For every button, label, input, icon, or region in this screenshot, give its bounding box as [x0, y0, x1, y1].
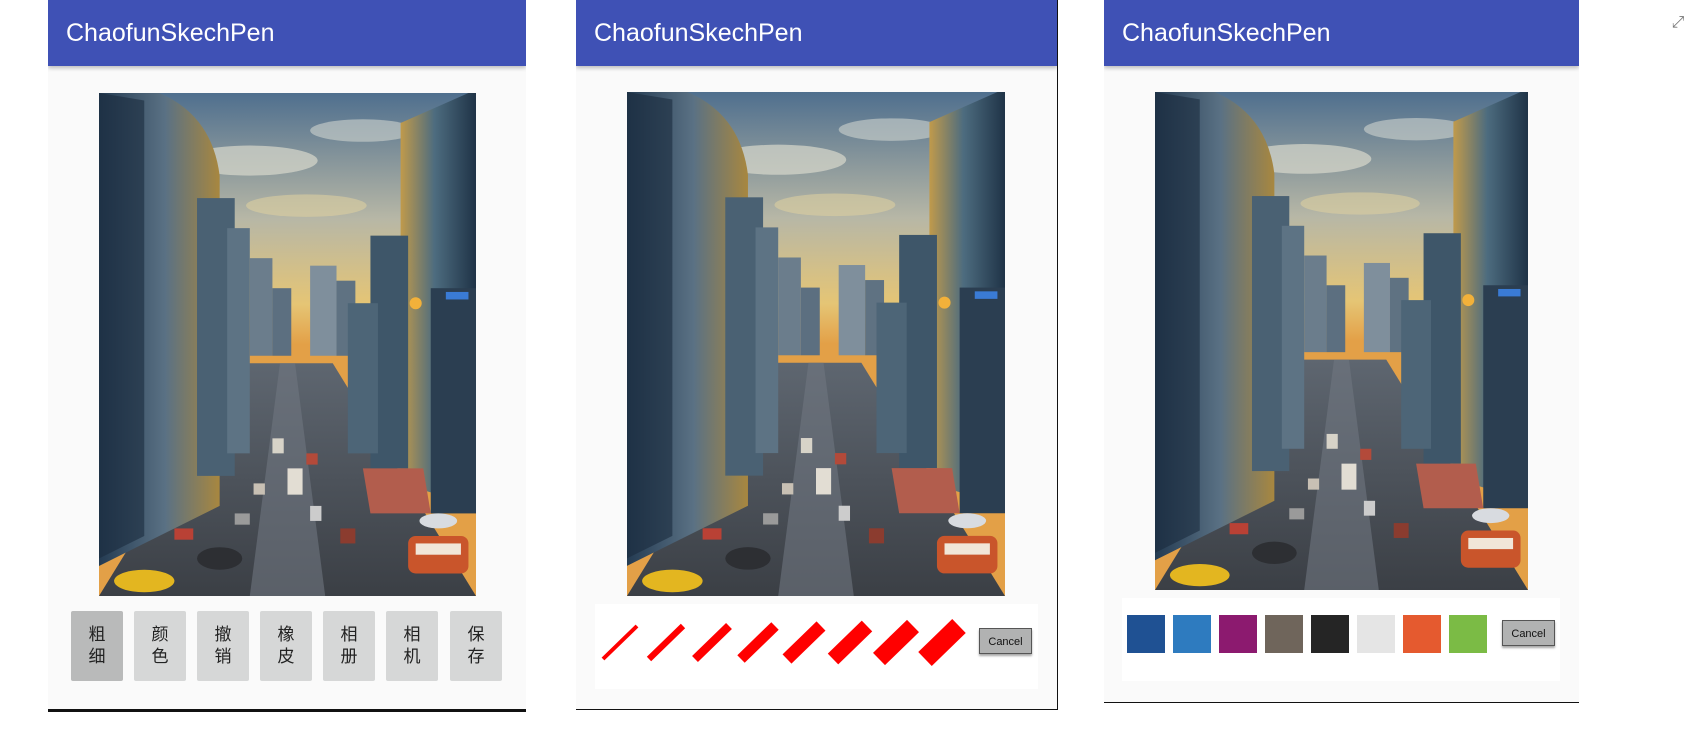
brush-size-option[interactable]	[873, 619, 919, 666]
cancel-button[interactable]: Cancel	[979, 628, 1032, 654]
brush-size-option[interactable]	[918, 619, 966, 666]
tool-album-button[interactable]: 相 册	[323, 611, 375, 681]
tool-label-bottom: 存	[467, 647, 485, 667]
app-title: ChaofunSkechPen	[576, 0, 1057, 66]
color-swatch[interactable]	[1357, 615, 1395, 653]
tool-eraser-button[interactable]: 橡 皮	[260, 611, 312, 681]
tool-label-top: 撤	[214, 625, 232, 645]
expand-icon[interactable]: ⤢	[1668, 12, 1688, 32]
photo-image	[627, 92, 1005, 596]
brush-size-option[interactable]	[737, 622, 779, 663]
brush-size-panel: Cancel	[595, 604, 1038, 689]
photo-image	[1155, 92, 1528, 590]
color-swatch[interactable]	[1173, 615, 1211, 653]
screenshot-stage: ChaofunSkechPen 粗 细 颜 色 撤 销 橡 皮 相 册 相 机 …	[0, 0, 1702, 751]
city-photo	[99, 93, 476, 596]
tool-undo-button[interactable]: 撤 销	[197, 611, 249, 681]
brush-size-option[interactable]	[692, 622, 732, 663]
color-swatch[interactable]	[1265, 615, 1303, 653]
tool-label-top: 相	[340, 625, 358, 645]
tool-label-bottom: 色	[151, 647, 169, 667]
city-photo	[1155, 92, 1528, 590]
color-swatch[interactable]	[1449, 615, 1487, 653]
cancel-button[interactable]: Cancel	[1502, 620, 1555, 646]
tool-label-top: 颜	[151, 625, 169, 645]
brush-size-option[interactable]	[827, 620, 873, 665]
color-picker-panel: Cancel	[1122, 598, 1560, 681]
screen-2-brush-size-view: ChaofunSkechPen Cancel	[576, 0, 1058, 710]
tool-label-bottom: 皮	[277, 647, 295, 667]
color-swatch[interactable]	[1219, 615, 1257, 653]
color-swatch[interactable]	[1127, 615, 1165, 653]
tool-label-bottom: 机	[403, 647, 421, 667]
app-title: ChaofunSkechPen	[1104, 0, 1579, 66]
screen-1-toolbar-view: ChaofunSkechPen 粗 细 颜 色 撤 销 橡 皮 相 册 相 机 …	[48, 0, 526, 710]
brush-size-option[interactable]	[782, 621, 826, 664]
screen-3-color-picker-view: ChaofunSkechPen Cancel	[1104, 0, 1579, 703]
screen-1-bottom-edge	[48, 709, 526, 712]
color-swatch[interactable]	[1403, 615, 1441, 653]
tool-camera-button[interactable]: 相 机	[386, 611, 438, 681]
city-photo	[627, 92, 1005, 596]
brush-size-option[interactable]	[646, 623, 686, 662]
tool-save-button[interactable]: 保 存	[450, 611, 502, 681]
brush-size-options[interactable]	[595, 604, 1038, 689]
tool-label-top: 相	[403, 625, 421, 645]
tool-label-top: 橡	[277, 625, 295, 645]
tool-label-bottom: 销	[214, 647, 232, 667]
tool-thickness-button[interactable]: 粗 细	[71, 611, 123, 681]
color-swatch[interactable]	[1311, 615, 1349, 653]
tool-label-top: 粗	[88, 625, 106, 645]
tool-label-bottom: 册	[340, 647, 358, 667]
app-title: ChaofunSkechPen	[48, 0, 526, 66]
tool-label-bottom: 细	[88, 647, 106, 667]
tool-color-button[interactable]: 颜 色	[134, 611, 186, 681]
tool-label-top: 保	[467, 625, 485, 645]
brush-size-option[interactable]	[601, 624, 639, 661]
photo-image	[99, 93, 476, 596]
